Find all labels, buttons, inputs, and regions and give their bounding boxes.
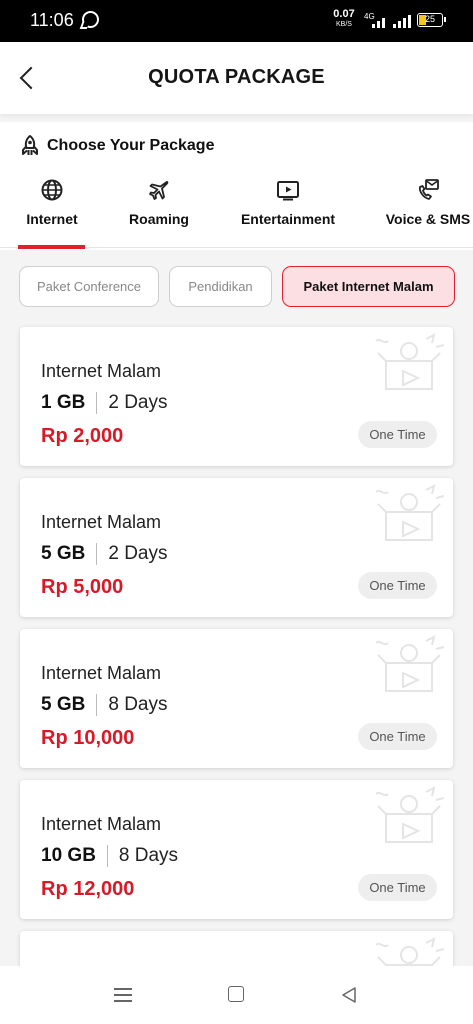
gift-box-illustration-icon (370, 484, 448, 544)
battery-level: 25 (424, 14, 435, 24)
tab-roaming[interactable]: Roaming (124, 178, 194, 250)
package-duration: 2 Days (108, 392, 168, 413)
filter-pendidikan[interactable]: Pendidikan (169, 266, 272, 307)
gift-box-illustration-icon (370, 333, 448, 393)
home-icon[interactable] (228, 986, 244, 1002)
tab-voice-sms-label: Voice & SMS (385, 211, 471, 227)
package-quota: 5 GB (41, 543, 86, 564)
status-time: 11:06 (30, 10, 74, 30)
package-card[interactable]: Internet Malam 10 GB 8 Days Rp 12,000 On… (20, 780, 453, 919)
play-icon (276, 178, 300, 202)
network-speed-value: 0.07 (333, 8, 355, 20)
back-icon[interactable] (340, 986, 358, 1004)
package-card[interactable]: Internet Malam 1 GB 2 Days Rp 2,000 One … (20, 327, 453, 466)
package-type-badge: One Time (358, 572, 437, 599)
menu-icon[interactable] (114, 987, 132, 1003)
choose-package-heading: Choose Your Package (20, 134, 214, 158)
package-quota-row: 1 GB 2 Days (41, 392, 168, 414)
package-panel: Choose Your Package Internet Roaming Ent… (0, 122, 473, 250)
filter-paket-internet-malam[interactable]: Paket Internet Malam (282, 266, 455, 307)
package-quota-row: 5 GB 2 Days (41, 543, 168, 565)
network-speed: 0.07 KB/S (333, 8, 355, 29)
package-duration: 2 Days (108, 543, 168, 564)
package-quota-row: 10 GB 8 Days (41, 845, 178, 867)
rocket-icon (20, 134, 40, 157)
package-quota: 10 GB (41, 845, 96, 866)
package-price: Rp 5,000 (41, 576, 124, 598)
tab-entertainment[interactable]: Entertainment (236, 178, 340, 250)
package-name: Internet Malam (41, 512, 162, 532)
divider (96, 694, 98, 716)
package-duration: 8 Days (118, 845, 179, 866)
package-price: Rp 2,000 (41, 425, 124, 447)
app-header: QUOTA PACKAGE (0, 42, 473, 114)
package-name: Internet Malam (41, 361, 162, 381)
package-card[interactable]: Internet Malam 5 GB 2 Days Rp 5,000 One … (20, 478, 453, 617)
package-type-badge: One Time (358, 874, 437, 901)
gift-box-illustration-icon (370, 635, 448, 695)
signal-icon (370, 14, 388, 28)
signal-icon (393, 14, 411, 28)
package-price: Rp 12,000 (41, 878, 135, 900)
package-type-badge: One Time (358, 421, 437, 448)
tab-voice-sms[interactable]: Voice & SMS (383, 178, 473, 250)
package-quota: 1 GB (41, 392, 86, 413)
choose-package-label: Choose Your Package (47, 137, 215, 154)
package-name: Internet Malam (41, 814, 162, 834)
whatsapp-icon (82, 11, 99, 28)
package-price: Rp 10,000 (41, 727, 135, 749)
airplane-icon (147, 178, 171, 202)
phone-message-icon (416, 178, 440, 202)
gift-box-illustration-icon (370, 786, 448, 846)
divider (96, 392, 98, 414)
status-bar: 11:06 0.07 KB/S 4G 25 (0, 0, 473, 42)
active-tab-indicator (18, 245, 85, 249)
divider (106, 845, 108, 867)
tab-internet-label: Internet (26, 211, 78, 227)
page-title: QUOTA PACKAGE (148, 66, 325, 88)
tab-internet[interactable]: Internet (18, 178, 86, 250)
battery-icon: 25 (417, 13, 446, 27)
package-duration: 8 Days (108, 694, 168, 715)
tab-entertainment-label: Entertainment (240, 211, 336, 227)
tab-roaming-label: Roaming (129, 211, 189, 227)
package-type-badge: One Time (358, 723, 437, 750)
globe-icon (40, 178, 64, 202)
package-card[interactable]: Internet Malam 5 GB 8 Days Rp 10,000 One… (20, 629, 453, 768)
system-nav-bar (0, 966, 473, 1024)
filter-paket-conference[interactable]: Paket Conference (19, 266, 159, 307)
package-quota-row: 5 GB 8 Days (41, 694, 168, 716)
package-name: Internet Malam (41, 663, 162, 683)
package-quota: 5 GB (41, 694, 86, 715)
divider (96, 543, 98, 565)
network-speed-unit: KB/S (336, 21, 352, 28)
